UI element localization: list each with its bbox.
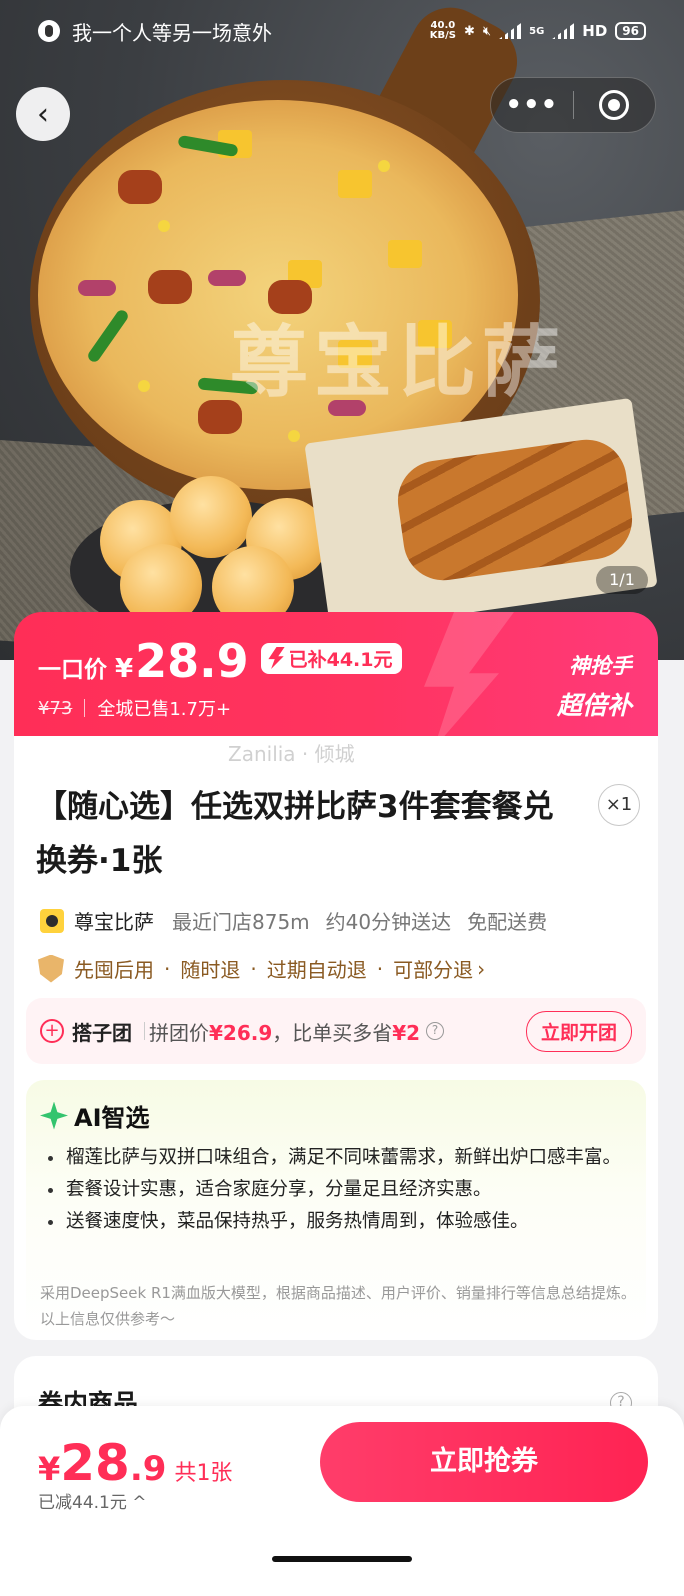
store-distance: 最近门店875m xyxy=(172,910,310,934)
promo-line-2: 超倍补 xyxy=(556,691,632,720)
network-speed: 40.0 KB/S xyxy=(430,21,456,41)
back-button[interactable]: ‹ xyxy=(16,87,70,141)
mini-program-capsule: ••• xyxy=(490,77,656,133)
status-bar: 我一个人等另一场意外 40.0 KB/S ✱ 🔇︎ 5G HD 96 xyxy=(0,0,684,62)
guarantee-item: 可部分退 xyxy=(393,958,474,982)
ai-summary-header: AI智选 xyxy=(40,1098,150,1133)
ai-summary-title: AI智选 xyxy=(74,1104,150,1132)
topping xyxy=(208,270,246,286)
subsidy-badge: 已补44.1元 xyxy=(260,642,403,674)
more-button[interactable]: ••• xyxy=(491,77,573,133)
divider xyxy=(144,1022,145,1040)
signal-icon xyxy=(499,23,522,39)
topping xyxy=(158,220,170,232)
deal-price: 28.9 xyxy=(135,634,249,688)
target-icon xyxy=(599,90,630,120)
topping xyxy=(388,240,422,268)
group-desc-prefix: 拼团价 xyxy=(149,1020,209,1045)
store-name[interactable]: 尊宝比萨 xyxy=(74,906,154,935)
plus-icon: + xyxy=(40,1019,64,1043)
group-price: ¥26.9 xyxy=(209,1020,273,1045)
topping xyxy=(378,160,390,172)
image-counter: 1/1 xyxy=(596,566,648,594)
ai-summary-point: 套餐设计实惠，适合家庭分享，分量足且经济实惠。 xyxy=(40,1174,640,1206)
price-decimal: .9 xyxy=(129,1449,167,1489)
close-button[interactable] xyxy=(574,90,656,120)
topping xyxy=(118,170,162,204)
sparkle-icon xyxy=(40,1101,68,1130)
product-title: 【随心选】任选双拼比萨3件套套餐兑换券·1张 xyxy=(36,789,554,879)
price-meta-row: ¥73 全城已售1.7万+ xyxy=(38,695,231,721)
status-indicators: 40.0 KB/S ✱ 🔇︎ 5G HD 96 xyxy=(430,21,646,41)
separator-dot: · xyxy=(164,956,171,981)
ai-summary-point: 榴莲比萨与双拼口味组合，满足不同味蕾需求，新鲜出炉口感丰富。 xyxy=(40,1142,640,1174)
discount-detail-toggle[interactable]: 已减44.1元 ^ xyxy=(38,1488,147,1513)
promo-line-1: 神抢手 xyxy=(569,654,632,678)
topping xyxy=(85,307,131,365)
home-indicator[interactable] xyxy=(272,1556,412,1562)
chevron-right-icon: › xyxy=(477,956,486,981)
mute-icon: 🔇︎ xyxy=(482,23,492,39)
subsidy-text: 已补44.1元 xyxy=(288,648,393,671)
divider xyxy=(84,699,86,717)
ai-disclaimer: 采用DeepSeek R1满血版大模型，根据商品描述、用户评价、销量排行等信息总… xyxy=(40,1284,636,1328)
product-detail-card: Zanilia · 倾城 【随心选】任选双拼比萨3件套套餐兑换券·1张 ×1 尊… xyxy=(14,736,658,1340)
group-saving: ¥2 xyxy=(392,1020,421,1045)
app-logo-icon xyxy=(38,20,60,42)
group-buy-box: + 搭子团 拼团价¥26.9，比单买多省¥2 ? 立即开团 xyxy=(26,998,646,1064)
delivery-time: 约40分钟送达 xyxy=(325,910,452,934)
hd-label: HD xyxy=(582,22,608,40)
brand-watermark: 尊宝比萨 xyxy=(230,318,567,408)
buy-coupon-button[interactable]: 立即抢券 xyxy=(320,1422,648,1502)
net-speed-unit: KB/S xyxy=(429,30,456,41)
guarantee-item: 先囤后用 xyxy=(74,958,154,982)
shield-icon xyxy=(38,954,64,983)
original-price: ¥73 xyxy=(38,697,73,719)
question-icon[interactable]: ? xyxy=(426,1022,445,1040)
battery-icon: 96 xyxy=(615,22,646,40)
price-row: 一口价 ¥ 28.9 已补44.1元 xyxy=(38,634,403,688)
ai-summary-point: 送餐速度快，菜品保持热乎，服务热情周到，体验感佳。 xyxy=(40,1206,640,1238)
topping xyxy=(78,280,116,296)
price-label: 一口价 xyxy=(38,657,107,683)
cheese-ball xyxy=(170,476,252,558)
gesture-area xyxy=(0,1522,684,1596)
chevron-left-icon: ‹ xyxy=(37,96,49,132)
status-app-title: 我一个人等另一场意外 xyxy=(72,20,272,45)
separator-dot: · xyxy=(250,956,257,981)
bluetooth-icon: ✱ xyxy=(464,23,475,39)
group-desc-mid: ，比单买多省 xyxy=(272,1020,393,1045)
currency-symbol: ¥ xyxy=(38,1450,61,1488)
overlay-watermark-text: Zanilia · 倾城 xyxy=(228,742,355,766)
network-type: 5G xyxy=(529,25,545,37)
topping xyxy=(338,170,372,198)
store-logo-icon xyxy=(40,908,64,933)
bottom-price: ¥ 28 .9 共1张 xyxy=(38,1434,232,1492)
topping xyxy=(288,430,300,442)
lightning-icon xyxy=(268,647,285,669)
promo-tag: 神抢手 超倍补 xyxy=(557,650,632,722)
ai-summary-list: 榴莲比萨与双拼口味组合，满足不同味蕾需求，新鲜出炉口感丰富。 套餐设计实惠，适合… xyxy=(40,1142,640,1238)
group-buy-name: 搭子团 xyxy=(72,1020,132,1045)
bottom-action-bar: ¥ 28 .9 共1张 已减44.1元 ^ 立即抢券 xyxy=(0,1406,684,1522)
guarantee-row[interactable]: 先囤后用 · 随时退 · 过期自动退 · 可部分退 › xyxy=(38,954,485,983)
guarantee-item: 随时退 xyxy=(180,958,241,982)
price-banner: 一口价 ¥ 28.9 已补44.1元 ¥73 全城已售1.7万+ 神抢手 超倍补 xyxy=(14,612,658,748)
signal-icon xyxy=(552,23,575,39)
currency-symbol: ¥ xyxy=(115,654,134,684)
quantity-badge: ×1 xyxy=(598,784,640,826)
delivery-fee: 免配送费 xyxy=(467,910,548,934)
separator-dot: · xyxy=(376,956,384,981)
store-info-row[interactable]: 尊宝比萨 最近门店875m 约40分钟送达 免配送费 xyxy=(40,906,563,935)
topping xyxy=(138,380,150,392)
start-group-button[interactable]: 立即开团 xyxy=(525,1010,632,1052)
coupon-count: 共1张 xyxy=(174,1461,233,1486)
group-buy-desc: 拼团价¥26.9，比单买多省¥2 xyxy=(149,1017,420,1046)
guarantee-item: 过期自动退 xyxy=(266,958,367,982)
price-integer: 28 xyxy=(60,1434,130,1492)
ai-summary-box: AI智选 榴莲比萨与双拼口味组合，满足不同味蕾需求，新鲜出炉口感丰富。 套餐设计… xyxy=(26,1080,646,1338)
topping xyxy=(148,270,192,304)
sold-count: 全城已售1.7万+ xyxy=(97,699,232,720)
